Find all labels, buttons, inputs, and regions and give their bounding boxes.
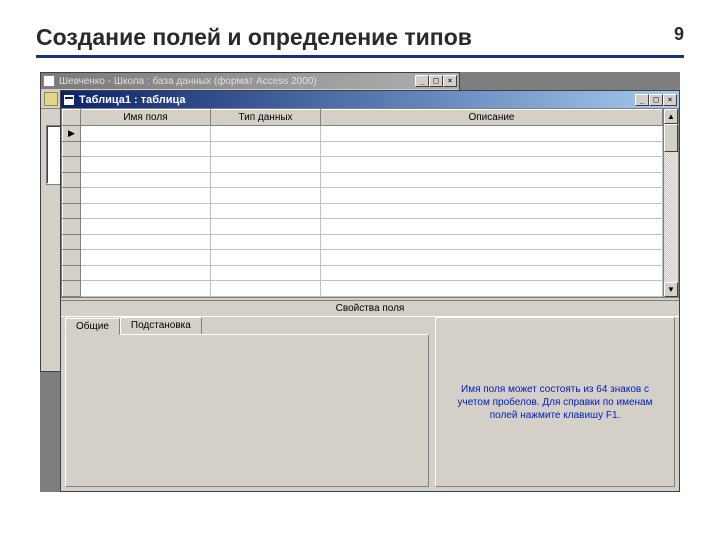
table-row[interactable]: [63, 250, 663, 266]
tab-lookup[interactable]: Подстановка: [120, 317, 202, 334]
field-properties-pane: Свойства поля Общие Подстановка Имя поля…: [61, 300, 679, 491]
help-text: Имя поля может состоять из 64 знаков с у…: [446, 383, 664, 422]
table-row[interactable]: [63, 219, 663, 235]
scroll-up-button[interactable]: ▲: [664, 109, 678, 124]
db-close-button[interactable]: ×: [443, 75, 457, 87]
cell-field-name[interactable]: [81, 126, 211, 142]
help-panel: Имя поля может состоять из 64 знаков с у…: [435, 317, 675, 487]
scroll-track[interactable]: [664, 152, 678, 282]
row-selector-header: [63, 110, 81, 126]
tab-general[interactable]: Общие: [65, 318, 120, 335]
db-maximize-button[interactable]: □: [429, 75, 443, 87]
current-row-marker[interactable]: ▶: [63, 126, 81, 142]
toolbar-icon[interactable]: [44, 92, 58, 106]
fields-table[interactable]: Имя поля Тип данных Описание ▶: [62, 109, 663, 297]
db-window-title: Шевченко - Школа : база данных (формат A…: [59, 76, 317, 87]
table-maximize-button[interactable]: □: [649, 94, 663, 106]
scroll-thumb[interactable]: [664, 124, 678, 152]
table-row[interactable]: [63, 157, 663, 173]
cell-description[interactable]: [321, 126, 663, 142]
scroll-down-button[interactable]: ▼: [664, 282, 678, 297]
cell-data-type[interactable]: [211, 126, 321, 142]
properties-tabs-container: Общие Подстановка: [65, 317, 429, 487]
db-icon: [43, 75, 55, 87]
slide-header: Создание полей и определение типов 9: [36, 24, 684, 58]
table-row[interactable]: [63, 234, 663, 250]
table-close-button[interactable]: ×: [663, 94, 677, 106]
table-icon: [63, 94, 75, 106]
db-titlebar[interactable]: Шевченко - Школа : база данных (формат A…: [41, 73, 459, 89]
table-row[interactable]: [63, 265, 663, 281]
slide-title: Создание полей и определение типов: [36, 24, 472, 51]
table-window-title: Таблица1 : таблица: [79, 94, 186, 106]
table-row[interactable]: [63, 141, 663, 157]
table-row[interactable]: [63, 188, 663, 204]
vertical-scrollbar[interactable]: ▲ ▼: [663, 109, 678, 297]
slide-number: 9: [674, 24, 684, 45]
table-titlebar[interactable]: Таблица1 : таблица _ □ ×: [61, 91, 679, 108]
table-row[interactable]: ▶: [63, 126, 663, 142]
column-header-description[interactable]: Описание: [321, 110, 663, 126]
table-row[interactable]: [63, 203, 663, 219]
tab-panel-general[interactable]: [65, 334, 429, 487]
properties-header: Свойства поля: [61, 301, 679, 317]
table-design-window: Таблица1 : таблица _ □ × Имя поля Тип да…: [60, 90, 680, 492]
db-minimize-button[interactable]: _: [415, 75, 429, 87]
table-row[interactable]: [63, 172, 663, 188]
design-grid: Имя поля Тип данных Описание ▶: [61, 108, 679, 298]
table-row[interactable]: [63, 281, 663, 297]
table-minimize-button[interactable]: _: [635, 94, 649, 106]
screenshot-area: Шевченко - Школа : база данных (формат A…: [40, 72, 680, 492]
column-header-data-type[interactable]: Тип данных: [211, 110, 321, 126]
column-header-field-name[interactable]: Имя поля: [81, 110, 211, 126]
